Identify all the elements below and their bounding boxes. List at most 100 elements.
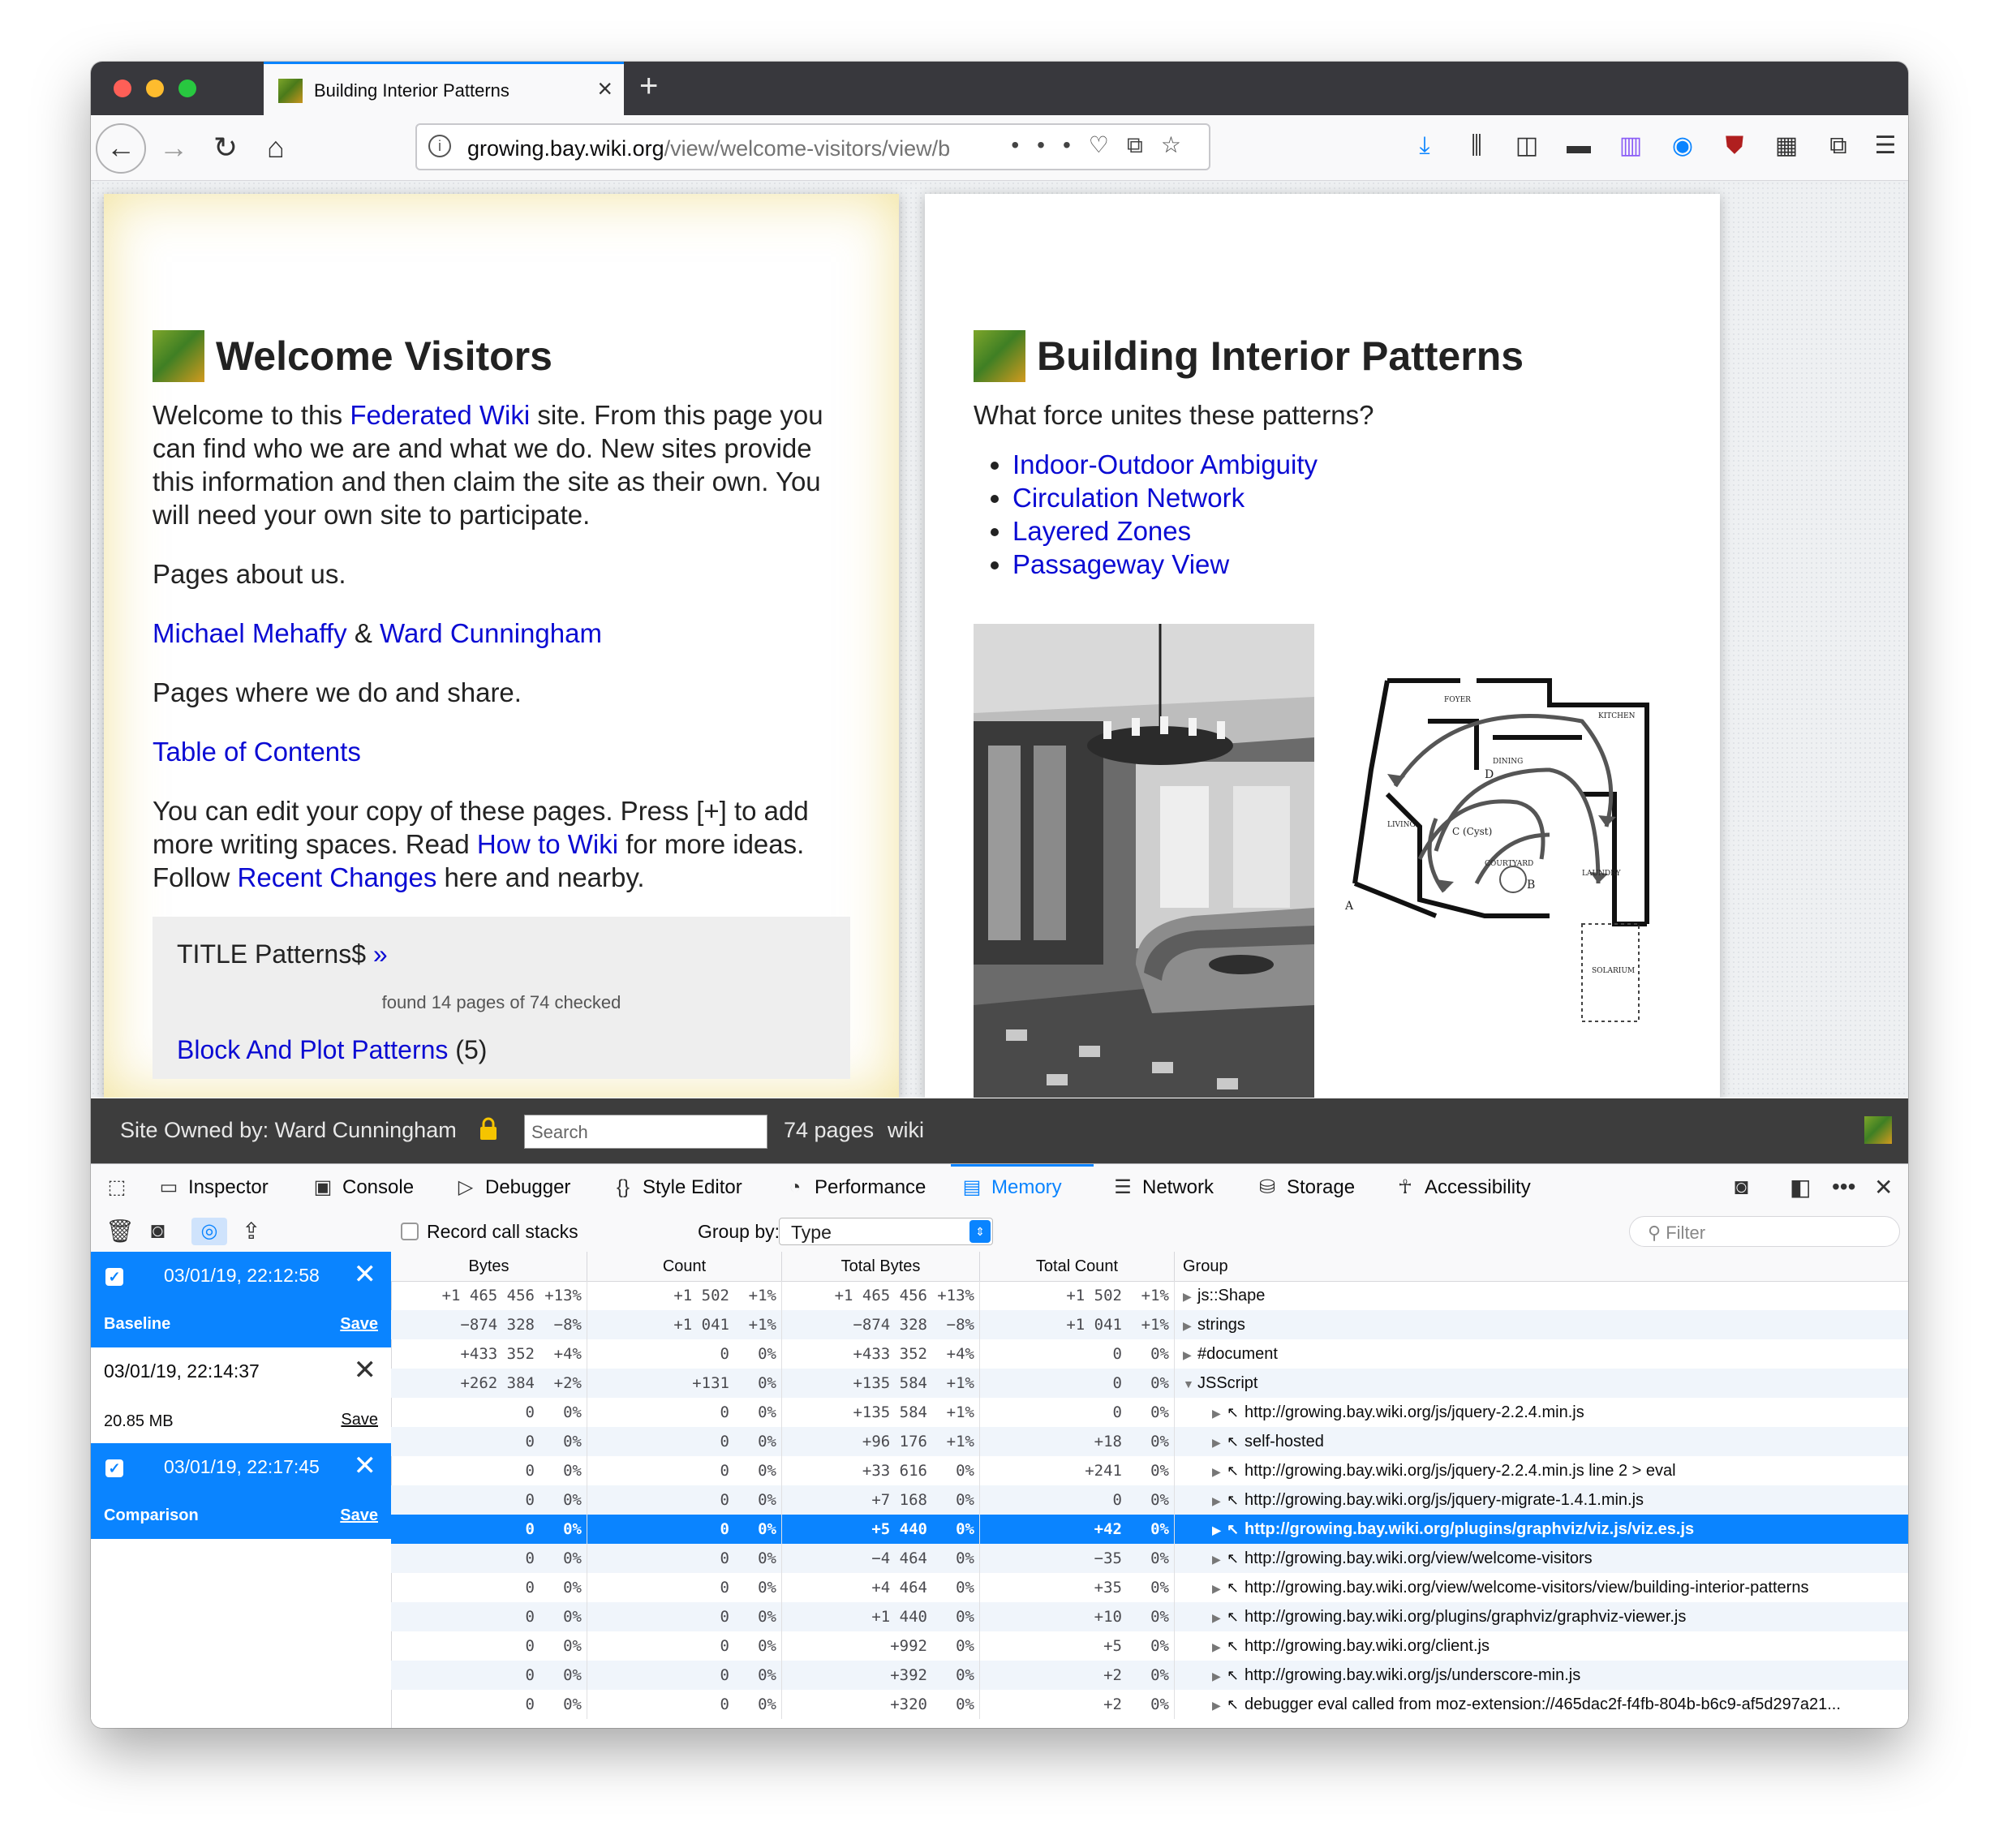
table-row[interactable]: 0 0% 0 0% +135 584 +1% 0 0% ▶ ↖ http://growing.bay… [391,1398,1908,1427]
twisty-collapsed-icon[interactable]: ▶ [1212,1399,1227,1428]
table-row[interactable]: 0 0% 0 0% +33 616 0% +241 0% ▶ ↖ http://growing.ba… [391,1456,1908,1485]
jump-to-source-icon[interactable]: ↖ [1227,1485,1245,1515]
jump-to-source-icon[interactable]: ↖ [1227,1661,1245,1690]
close-devtools-icon[interactable]: ✕ [1874,1174,1893,1201]
table-row[interactable]: −874 328 −8% +1 041 +1% −874 328 −8% +1 041 +1%… [391,1310,1908,1339]
group-by-select[interactable]: Type ⇕ [779,1218,993,1245]
import-snapshot-icon[interactable]: ⇪ [242,1218,260,1244]
twisty-collapsed-icon[interactable]: ▶ [1212,1515,1227,1545]
how-to-wiki-link[interactable]: How to Wiki [477,829,618,859]
snapshot-item-comparison[interactable]: ✓ 03/01/19, 22:17:45 ✕ Comparison Save [91,1443,391,1539]
pocket-icon[interactable]: ♡ [1089,132,1127,157]
site-flag-icon[interactable] [974,330,1025,382]
search-more-link[interactable]: » [373,939,388,969]
element-picker-icon[interactable]: ⬚ [105,1164,136,1211]
save-snapshot-link[interactable]: Save [340,1506,378,1525]
column-bytes[interactable]: Bytes [391,1252,587,1281]
tab-storage[interactable]: ⛁ Storage [1256,1164,1355,1211]
ublock-icon[interactable]: ⛊ [1720,131,1749,161]
table-of-contents-link[interactable]: Table of Contents [153,737,361,767]
twisty-collapsed-icon[interactable]: ▶ [1212,1632,1227,1661]
extension-grid-icon[interactable]: ▦ [1772,131,1801,161]
column-total-bytes[interactable]: Total Bytes [782,1252,980,1281]
home-button[interactable]: ⌂ [251,123,300,172]
tab-network[interactable]: ☰ Network [1111,1164,1214,1211]
twisty-collapsed-icon[interactable]: ▶ [1212,1428,1227,1457]
jump-to-source-icon[interactable]: ↖ [1227,1456,1245,1485]
tab-close-icon[interactable]: × [597,74,613,103]
forward-button[interactable]: → [149,123,198,172]
column-total-count[interactable]: Total Count [980,1252,1175,1281]
close-window-button[interactable] [114,80,131,97]
snapshot-checkbox[interactable]: ✓ [105,1459,123,1477]
jump-to-source-icon[interactable]: ↖ [1227,1427,1245,1456]
jump-to-source-icon[interactable]: ↖ [1227,1690,1245,1719]
devtools-menu-icon[interactable]: ••• [1832,1174,1855,1200]
indoor-outdoor-ambiguity-link[interactable]: Indoor-Outdoor Ambiguity [1012,449,1318,479]
extension-ring-icon[interactable]: ◉ [1668,131,1697,161]
recent-changes-link[interactable]: Recent Changes [238,862,437,892]
michael-mehaffy-link[interactable]: Michael Mehaffy [153,618,347,648]
twisty-collapsed-icon[interactable]: ▶ [1212,1457,1227,1486]
table-row[interactable]: 0 0% 0 0% +320 0% +2 0% ▶ ↖ debugger eval called f… [391,1690,1908,1719]
screenshot-camera-icon[interactable]: ◙ [1735,1174,1748,1200]
delete-snapshot-icon[interactable]: ✕ [354,1260,377,1289]
minimize-window-button[interactable] [146,80,164,97]
delete-snapshot-icon[interactable]: ✕ [354,1356,377,1385]
save-snapshot-link[interactable]: Save [341,1411,378,1429]
url-text[interactable]: growing.bay.wiki.org/view/welcome-visito… [467,136,987,161]
snapshot-item[interactable]: 03/01/19, 22:14:37 ✕ 20.85 MB Save [91,1347,391,1443]
column-group[interactable]: Group [1175,1252,1908,1281]
tab-console[interactable]: ▣ Console [312,1164,414,1211]
site-info-icon[interactable]: i [428,135,451,157]
bookmark-star-icon[interactable]: ☆ [1161,132,1199,157]
tab-memory[interactable]: ▤ Memory [951,1164,1094,1209]
table-row[interactable]: 0 0% 0 0% +1 440 0% +10 0% ▶ ↖ http://growing.bay.… [391,1602,1908,1631]
passageway-view-link[interactable]: Passageway View [1012,549,1229,579]
delete-snapshot-icon[interactable]: ✕ [354,1451,377,1481]
jump-to-source-icon[interactable]: ↖ [1227,1573,1245,1602]
tab-inspector[interactable]: ▭ Inspector [157,1164,269,1211]
clear-snapshots-icon[interactable]: 🗑 [105,1218,135,1244]
layered-zones-link[interactable]: Layered Zones [1012,516,1191,546]
extension-tab-icon[interactable]: ⧉ [1824,131,1853,161]
extension-dots-icon[interactable]: ▬ [1564,131,1593,161]
twisty-collapsed-icon[interactable]: ▶ [1212,1603,1227,1632]
table-row[interactable]: 0 0% 0 0% +4 464 0% +35 0% ▶ ↖ http://growing.bay.… [391,1573,1908,1602]
sidebar-icon[interactable]: ◫ [1512,131,1541,161]
back-button[interactable]: ← [96,123,146,174]
column-count[interactable]: Count [587,1252,782,1281]
twisty-expanded-icon[interactable]: ▼ [1183,1369,1197,1399]
snapshot-item-baseline[interactable]: ✓ 03/01/19, 22:12:58 ✕ Baseline Save [91,1252,391,1347]
downloads-icon[interactable]: ⤓ [1410,131,1439,161]
twisty-collapsed-icon[interactable]: ▶ [1183,1311,1197,1340]
reload-button[interactable]: ↻ [201,123,250,172]
filter-input[interactable]: ⚲ Filter [1629,1216,1900,1247]
take-snapshot-icon[interactable]: ◙ [151,1218,165,1244]
site-flag-icon[interactable] [1864,1116,1892,1144]
twisty-collapsed-icon[interactable]: ▶ [1212,1661,1227,1691]
new-tab-button[interactable]: + [639,68,658,104]
lock-icon[interactable] [479,1116,498,1141]
table-row[interactable]: 0 0% 0 0% −4 464 0% −35 0% ▶ ↖ http://growing.bay.… [391,1544,1908,1573]
table-row[interactable]: 0 0% 0 0% +7 168 0% 0 0% ▶ ↖ http://growing.bay.wi… [391,1485,1908,1515]
table-row[interactable]: +1 465 456 +13% +1 502 +1% +1 465 456 +13% +1 … [391,1281,1908,1310]
save-snapshot-link[interactable]: Save [340,1315,378,1334]
library-icon[interactable]: ⫼ [1462,131,1491,161]
twisty-collapsed-icon[interactable]: ▶ [1212,1691,1227,1720]
diff-snapshots-icon[interactable]: ◎ [191,1218,227,1245]
tab-style-editor[interactable]: {} Style Editor [612,1164,742,1211]
dock-toggle-icon[interactable]: ◧ [1790,1174,1811,1201]
browser-tab[interactable]: Building Interior Patterns × [264,62,624,115]
jump-to-source-icon[interactable]: ↖ [1227,1515,1245,1544]
url-bar[interactable]: i growing.bay.wiki.org/view/welcome-visi… [415,123,1210,170]
jump-to-source-icon[interactable]: ↖ [1227,1631,1245,1661]
block-and-plot-patterns-link[interactable]: Block And Plot Patterns [177,1035,448,1064]
twisty-collapsed-icon[interactable]: ▶ [1183,1282,1197,1311]
record-call-stacks-checkbox[interactable] [401,1223,419,1240]
table-row[interactable]: 0 0% 0 0% +5 440 0% +42 0% ▶ ↖ http://growing.bay.… [391,1515,1908,1544]
table-row[interactable]: +433 352 +4% 0 0% +433 352 +4% 0 0% ▶ #document [391,1339,1908,1369]
table-row[interactable]: 0 0% 0 0% +96 176 +1% +18 0% ▶ ↖ self-hosted [391,1427,1908,1456]
twisty-collapsed-icon[interactable]: ▶ [1183,1340,1197,1369]
hamburger-menu-icon[interactable]: ☰ [1871,131,1900,161]
